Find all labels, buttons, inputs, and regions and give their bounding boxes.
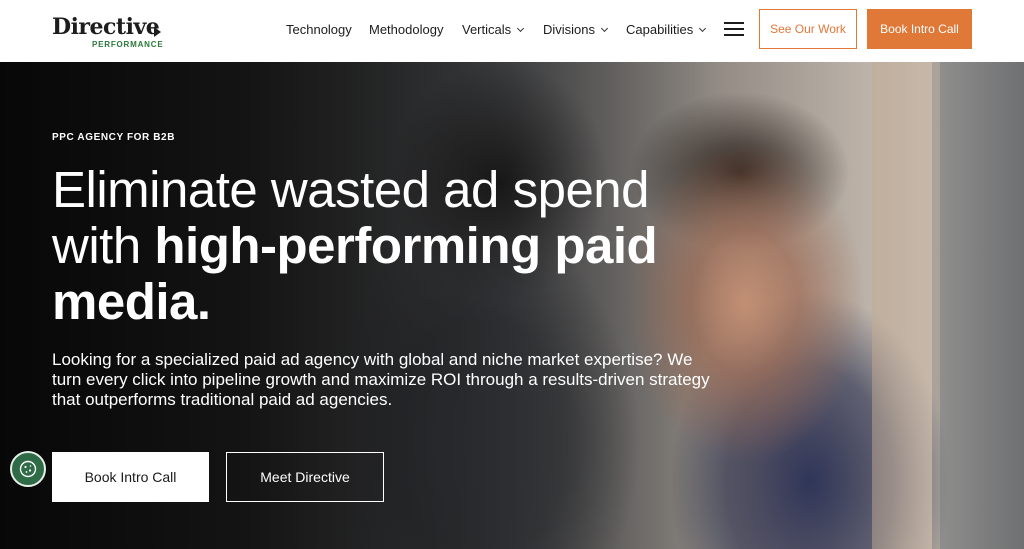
nav-item-label: Verticals	[462, 22, 512, 37]
cookie-settings-button[interactable]	[10, 451, 46, 487]
book-intro-call-button[interactable]: Book Intro Call	[52, 452, 209, 502]
nav-item-label: Methodology	[369, 22, 444, 37]
hero-headline: Eliminate wasted ad spend with high-perf…	[52, 162, 692, 330]
nav-item-technology[interactable]: Technology	[286, 22, 352, 37]
hamburger-menu-icon[interactable]	[724, 22, 744, 36]
hero-section: PPC AGENCY FOR B2B Eliminate wasted ad s…	[0, 62, 1024, 549]
see-our-work-button[interactable]: See Our Work	[759, 9, 857, 49]
hero-subtext: Looking for a specialized paid ad agency…	[52, 350, 710, 409]
chevron-down-icon	[699, 24, 707, 32]
logo-wordmark: Directive	[52, 14, 160, 40]
nav-item-label: Divisions	[543, 22, 596, 37]
logo-subtitle: PERFORMANCE	[92, 40, 164, 49]
nav-item-label: Technology	[286, 22, 352, 37]
nav-item-label: Capabilities	[626, 22, 694, 37]
hero-eyebrow: PPC AGENCY FOR B2B	[52, 132, 176, 143]
directive-logo[interactable]: Directive PERFORMANCE	[52, 14, 172, 50]
chevron-down-icon	[517, 24, 525, 32]
nav-item-divisions[interactable]: Divisions	[543, 22, 609, 37]
cookie-icon	[19, 460, 37, 478]
site-header: Directive PERFORMANCE Technology Methodo…	[0, 0, 1024, 62]
chevron-down-icon	[600, 24, 609, 32]
book-intro-call-header-button[interactable]: Book Intro Call	[867, 9, 972, 49]
meet-directive-button[interactable]: Meet Directive	[226, 452, 384, 502]
logo-arrow-icon	[154, 27, 161, 37]
nav-item-methodology[interactable]: Methodology	[369, 22, 443, 37]
nav-item-capabilities[interactable]: Capabilities	[626, 22, 707, 37]
nav-item-verticals[interactable]: Verticals	[462, 22, 525, 37]
